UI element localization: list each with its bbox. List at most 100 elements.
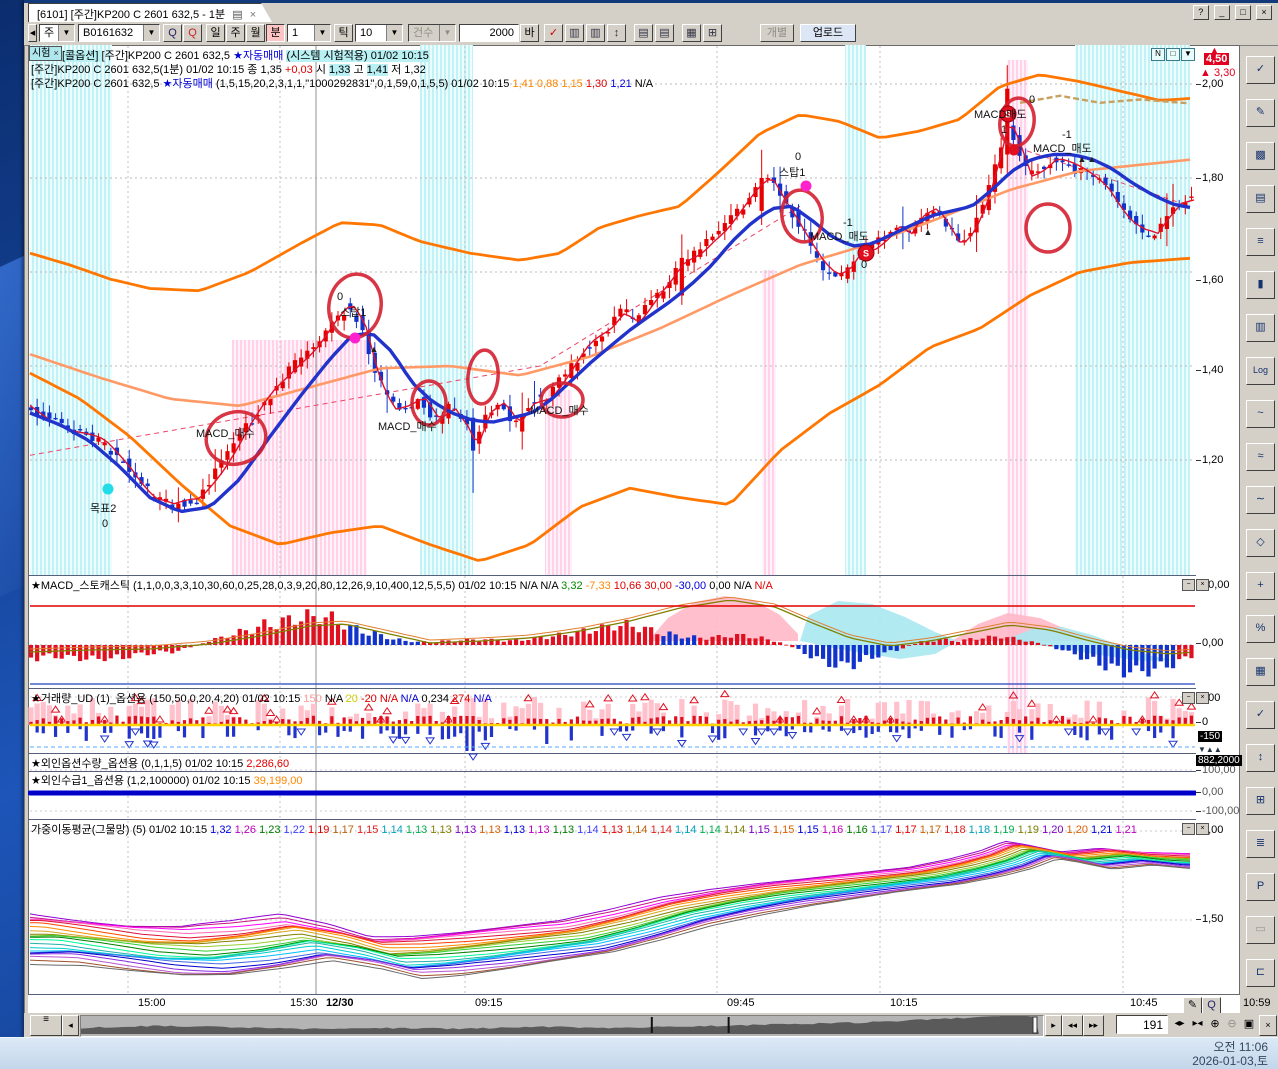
scrollbar-close-icon[interactable]: × xyxy=(1259,1015,1277,1036)
window-title-tab[interactable]: [6101] [주간]KP200 C 2601 632,5 - 1분 ▤ × xyxy=(28,3,273,24)
expand-range-icon[interactable]: ◂▸ xyxy=(1171,1015,1188,1034)
auto-signal-icon[interactable]: ✓ xyxy=(544,24,563,42)
settings-icon[interactable]: ✎ xyxy=(1246,99,1275,127)
clock-date: 2026-01-03,토 xyxy=(1192,1054,1268,1068)
pattern-icon[interactable]: P xyxy=(1246,873,1275,901)
axis-label: 0 xyxy=(1202,716,1208,728)
minute-button[interactable]: 분 xyxy=(266,24,285,42)
sort-icon[interactable]: ↕ xyxy=(1246,744,1275,772)
data-table-icon[interactable]: ▦ xyxy=(1246,658,1275,686)
printer-icon[interactable]: ▤ xyxy=(232,9,242,21)
envelope-icon[interactable]: ≈ xyxy=(1246,443,1275,471)
net-ma-value: 1,17 xyxy=(871,824,895,836)
net-ma-value: 1,22 xyxy=(284,824,308,836)
bar-chart-icon[interactable]: ▥ xyxy=(586,24,605,42)
chart-annotation: MACD_매수 xyxy=(196,427,255,440)
header-segment: N/A xyxy=(380,693,401,705)
doc-new-icon[interactable]: ▤ xyxy=(634,24,653,42)
bar-position-input[interactable]: 191 xyxy=(1116,1015,1168,1034)
period-combo[interactable]: ▼주 xyxy=(39,24,75,42)
check-icon[interactable]: ✓ xyxy=(1246,701,1275,729)
layers-icon[interactable]: ≣ xyxy=(1246,830,1275,858)
day-button[interactable]: 일 xyxy=(206,24,225,42)
chart-canvas[interactable]: SS▲▲▲▲MACD_매수0스탑1MACD_매수MACD_매수목표200스탑1-… xyxy=(28,45,1196,995)
interval-combo[interactable]: ▼1 xyxy=(287,24,331,42)
month-button[interactable]: 월 xyxy=(246,24,265,42)
grid-table-icon[interactable]: ⊞ xyxy=(1246,787,1275,815)
maximize-button[interactable]: □ xyxy=(1235,5,1251,20)
volume-chart-icon[interactable]: ▥ xyxy=(565,24,584,42)
bar-count-input[interactable]: 2000 xyxy=(459,24,519,42)
toolbar-scroll-left-icon[interactable]: ◂ xyxy=(28,24,37,42)
close-button[interactable]: × xyxy=(1256,5,1272,20)
rewind-icon[interactable]: ◂◂ xyxy=(1062,1015,1083,1036)
net-ma-value: 1,26 xyxy=(235,824,259,836)
sort-updown-icon[interactable]: ↕ xyxy=(607,24,626,42)
help-button[interactable]: ? xyxy=(1193,5,1209,20)
panel-minimize-close[interactable]: −× xyxy=(1181,821,1209,835)
week-button[interactable]: 주 xyxy=(226,24,245,42)
bar-button[interactable]: 바 xyxy=(520,24,539,42)
fit-screen-icon[interactable]: ▣ xyxy=(1241,1015,1257,1034)
candle-chart-icon[interactable]: ▮ xyxy=(1246,271,1275,299)
strategy-tab-close-icon[interactable]: × xyxy=(53,48,58,58)
percent-scale-icon[interactable]: % xyxy=(1246,615,1275,643)
doc-capture-icon[interactable]: ▤ xyxy=(655,24,674,42)
strategy-tab[interactable]: 시험 × xyxy=(29,46,62,61)
tick-button[interactable]: 틱 xyxy=(334,24,353,42)
time-label: 10:59 xyxy=(1243,997,1271,1009)
indicator-list-icon[interactable]: ≡ xyxy=(1246,228,1275,256)
bar-type-icon[interactable]: ▥ xyxy=(1246,314,1275,342)
pane-control-button[interactable]: □ xyxy=(1166,48,1180,61)
zoom-in-icon[interactable]: ⊕ xyxy=(1207,1015,1223,1034)
net-ma-value: 1,14 xyxy=(651,824,675,836)
fast-forward-icon[interactable]: ▸▸ xyxy=(1083,1015,1104,1036)
taskbar[interactable]: 오전 11:06 2026-01-03,토 xyxy=(0,1037,1278,1069)
chart-annotation: 스탑1 xyxy=(340,306,366,319)
pane-control-button[interactable]: N xyxy=(1151,48,1165,61)
search-icon[interactable]: Q xyxy=(163,24,182,42)
title-bar[interactable]: [6101] [주간]KP200 C 2601 632,5 - 1분 ▤ × ?… xyxy=(24,3,1278,23)
splitter-grip[interactable]: ≡ xyxy=(30,1015,62,1036)
print-icon[interactable]: ▤ xyxy=(1246,185,1275,213)
draw-pencil-icon[interactable]: ✎ xyxy=(1183,997,1202,1014)
chart-navigator[interactable] xyxy=(80,1015,1044,1037)
shrink-range-icon[interactable]: ▸◂ xyxy=(1189,1015,1206,1034)
axis-label: 0,00 xyxy=(1202,786,1223,798)
header-segment: 1,30 xyxy=(586,78,610,90)
line-chart-icon[interactable]: ∼ xyxy=(1246,486,1275,514)
panel-minimize-close[interactable]: −× xyxy=(1181,577,1209,591)
header-segment: -30,00 xyxy=(675,580,709,592)
scroll-right-icon[interactable]: ▸ xyxy=(1045,1015,1062,1036)
pane-control-button[interactable]: ▼ xyxy=(1181,48,1195,61)
doc-chart-icon[interactable]: ▦ xyxy=(682,24,701,42)
chevron-down-icon[interactable]: ▼ xyxy=(386,25,402,41)
compare-icon[interactable]: ◇ xyxy=(1246,529,1275,557)
net-chart-icon[interactable]: ▩ xyxy=(1246,142,1275,170)
header-segment: 150 xyxy=(303,693,324,705)
minimize-button[interactable]: _ xyxy=(1214,5,1230,20)
tab-close-icon[interactable]: × xyxy=(250,9,256,21)
log-scale-icon[interactable]: Log xyxy=(1246,357,1275,385)
chart-scrollbar[interactable]: ≡ ◂ ▸ ◂◂ ▸▸ 191 ◂▸ ▸◂ ⊕ ⊖ ▣ × xyxy=(24,1013,1278,1037)
chart-pane-controls[interactable]: N□▼ xyxy=(1150,47,1195,61)
header-segment: 2,286,60 xyxy=(246,758,289,770)
frame-icon[interactable]: ⊏ xyxy=(1246,959,1275,987)
ma-line-icon[interactable]: ~ xyxy=(1246,400,1275,428)
panel-minimize-close[interactable]: −× xyxy=(1181,690,1209,704)
scroll-left-icon[interactable]: ◂ xyxy=(62,1015,79,1036)
grid-icon[interactable]: ⊞ xyxy=(703,24,722,42)
code-combo[interactable]: ▼B0161632 xyxy=(78,24,160,42)
add-indicator-icon[interactable]: + xyxy=(1246,572,1275,600)
signal-icon[interactable]: ✓ xyxy=(1246,56,1275,84)
chart-annotation: 0 xyxy=(1029,94,1035,106)
search-auto-icon[interactable]: Q xyxy=(183,24,202,42)
upload-button[interactable]: 업로드 xyxy=(800,24,856,42)
chevron-down-icon[interactable]: ▼ xyxy=(143,25,159,41)
zoom-magnifier-icon[interactable]: Q xyxy=(1202,997,1221,1014)
tick-count-combo[interactable]: ▼10 xyxy=(355,24,403,42)
header-segment: N/A xyxy=(635,78,653,90)
chevron-down-icon[interactable]: ▼ xyxy=(314,25,330,41)
chevron-down-icon[interactable]: ▼ xyxy=(58,25,74,41)
time-label: 09:45 xyxy=(727,997,755,1009)
